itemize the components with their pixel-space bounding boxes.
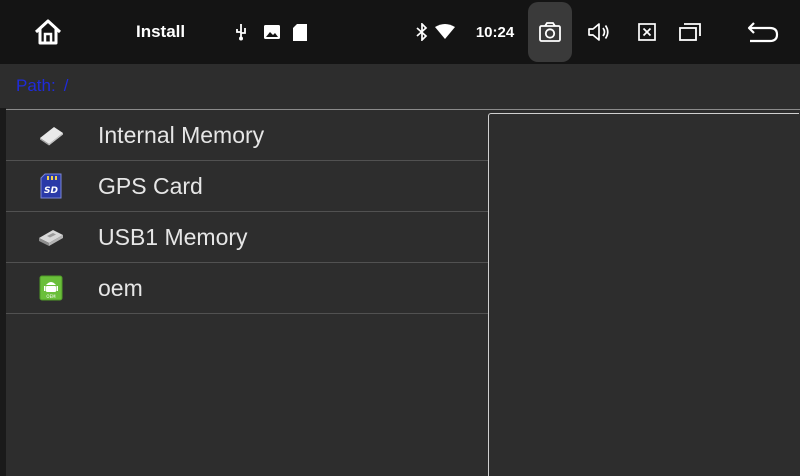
status-bar: Install 10:24 xyxy=(0,0,800,64)
back-icon[interactable] xyxy=(741,0,785,64)
list-item-usb1-memory[interactable]: USB1 Memory xyxy=(6,212,488,263)
svg-text:SD: SD xyxy=(44,186,58,196)
sd-card-icon xyxy=(291,0,309,64)
clock: 10:24 xyxy=(475,23,515,41)
close-box-icon[interactable] xyxy=(632,0,662,64)
file-list: Internal Memory SD GPS Card USB1 Memory … xyxy=(6,110,488,314)
bluetooth-icon xyxy=(414,0,430,64)
path-label: Path: xyxy=(16,76,56,95)
list-item-oem[interactable]: OEM oem xyxy=(6,263,488,314)
svg-text:OEM: OEM xyxy=(46,294,56,299)
list-item-label: oem xyxy=(98,274,143,301)
android-oem-icon: OEM xyxy=(36,273,66,303)
path-bar: Path: / xyxy=(0,64,800,108)
sd-card-icon: SD xyxy=(36,171,66,201)
internal-memory-icon xyxy=(36,120,66,150)
camera-icon[interactable] xyxy=(528,2,572,62)
home-icon[interactable] xyxy=(26,0,70,64)
usb-drive-icon xyxy=(36,222,66,252)
preview-panel xyxy=(488,113,799,476)
volume-icon[interactable] xyxy=(584,0,614,64)
recent-apps-icon[interactable] xyxy=(675,0,705,64)
wifi-icon xyxy=(434,0,456,64)
list-item-label: USB1 Memory xyxy=(98,223,248,250)
list-item-internal-memory[interactable]: Internal Memory xyxy=(6,110,488,161)
usb-icon xyxy=(232,0,250,64)
image-icon xyxy=(262,0,282,64)
app-title: Install xyxy=(136,22,186,41)
list-item-label: GPS Card xyxy=(98,172,203,199)
path-value: / xyxy=(63,76,69,95)
list-item-gps-card[interactable]: SD GPS Card xyxy=(6,161,488,212)
list-item-label: Internal Memory xyxy=(98,121,265,148)
